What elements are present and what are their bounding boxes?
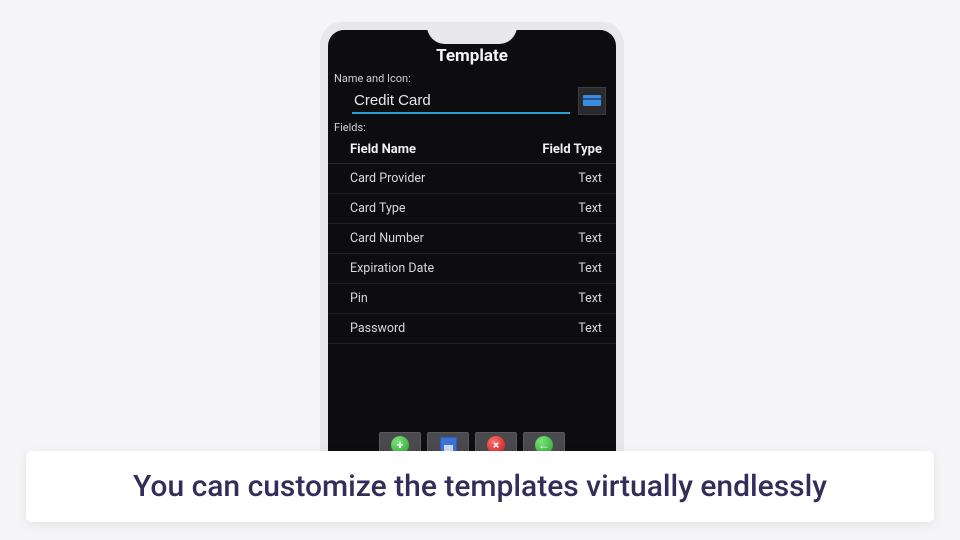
field-name-cell: Card Type	[350, 201, 406, 216]
field-name-cell: Pin	[350, 291, 368, 306]
phone-frame: Template Name and Icon: Fields: Field Na…	[320, 22, 624, 474]
field-type-cell: Text	[578, 201, 602, 216]
table-row[interactable]: Card Number Text	[328, 224, 616, 254]
field-type-cell: Text	[578, 321, 602, 336]
field-name-cell: Expiration Date	[350, 261, 434, 276]
table-row[interactable]: Card Provider Text	[328, 164, 616, 194]
field-type-cell: Text	[578, 261, 602, 276]
credit-card-icon	[583, 92, 601, 111]
field-type-cell: Text	[578, 171, 602, 186]
page-title: Template	[328, 44, 616, 72]
table-row[interactable]: Password Text	[328, 314, 616, 344]
table-row[interactable]: Card Type Text	[328, 194, 616, 224]
table-row[interactable]: Pin Text	[328, 284, 616, 314]
choose-icon-button[interactable]	[578, 87, 606, 115]
field-name-cell: Card Number	[350, 231, 424, 246]
col-field-name: Field Name	[350, 142, 416, 157]
empty-space	[328, 344, 616, 426]
field-name-cell: Password	[350, 321, 405, 336]
fields-label: Fields:	[328, 121, 616, 136]
name-and-icon-label: Name and Icon:	[328, 72, 616, 87]
col-field-type: Field Type	[542, 142, 602, 157]
field-type-cell: Text	[578, 231, 602, 246]
phone-notch	[427, 30, 517, 44]
template-name-input[interactable]	[352, 89, 570, 114]
fields-table-header: Field Name Field Type	[328, 136, 616, 164]
table-row[interactable]: Expiration Date Text	[328, 254, 616, 284]
caption-text: You can customize the templates virtuall…	[46, 469, 914, 504]
caption-card: You can customize the templates virtuall…	[26, 451, 934, 522]
field-name-cell: Card Provider	[350, 171, 425, 186]
phone-screen: Template Name and Icon: Fields: Field Na…	[328, 30, 616, 466]
field-type-cell: Text	[578, 291, 602, 306]
